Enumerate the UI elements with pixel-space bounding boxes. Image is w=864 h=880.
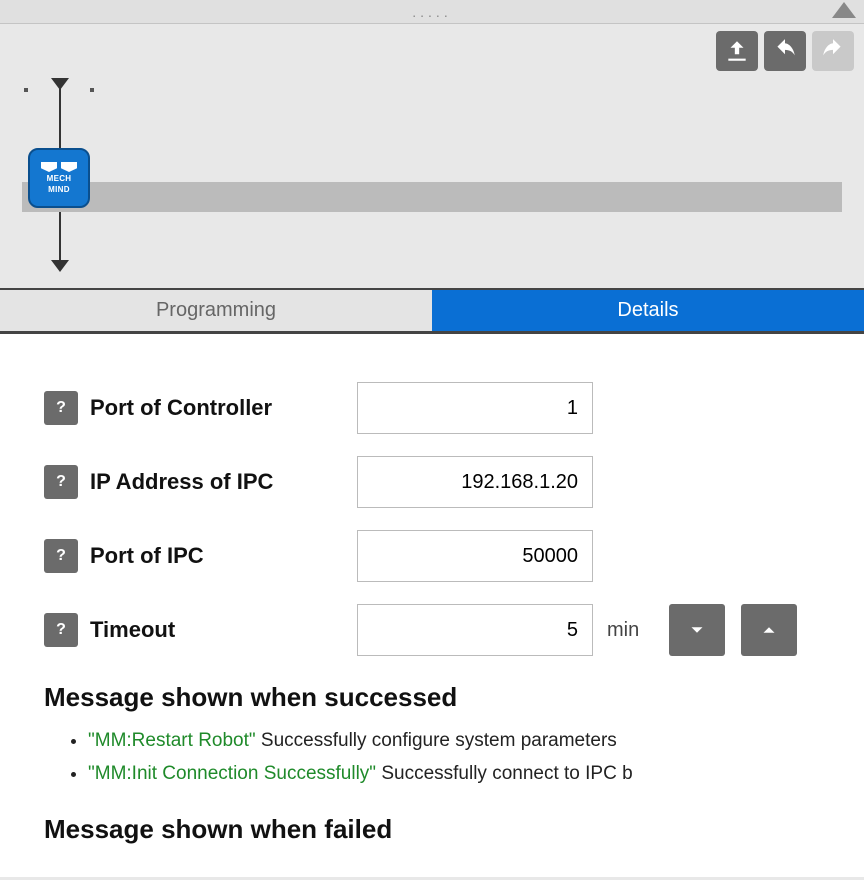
msg-text: Successfully connect to IPC b xyxy=(376,763,633,784)
input-port-controller[interactable] xyxy=(357,382,593,434)
flow-end-arrow-icon xyxy=(51,260,69,272)
upload-button[interactable] xyxy=(716,31,758,71)
timeout-increment-button[interactable] xyxy=(741,604,797,656)
mechmind-logo-icon xyxy=(41,162,77,172)
input-timeout[interactable] xyxy=(357,604,593,656)
timeout-unit: min xyxy=(607,619,639,642)
label-port-controller: Port of Controller xyxy=(90,395,345,421)
msg-tag: "MM:Init Connection Successfully" xyxy=(88,763,376,784)
row-port-ipc: ? Port of IPC xyxy=(44,530,820,582)
redo-icon xyxy=(820,38,846,64)
msg-tag: "MM:Restart Robot" xyxy=(88,730,256,751)
success-heading: Message shown when successed xyxy=(44,682,820,713)
list-item: "MM:Init Connection Successfully" Succes… xyxy=(88,760,820,789)
chevron-down-icon xyxy=(686,619,708,641)
flow-tick xyxy=(24,88,28,92)
flow-start-arrow-icon xyxy=(51,78,69,90)
tab-details[interactable]: Details xyxy=(432,290,864,331)
undo-button[interactable] xyxy=(764,31,806,71)
node-label-2: MIND xyxy=(48,186,70,194)
msg-text: Successfully configure system parameters xyxy=(256,730,617,751)
flow-canvas[interactable]: MECH MIND xyxy=(0,78,864,288)
row-ip-ipc: ? IP Address of IPC xyxy=(44,456,820,508)
undo-icon xyxy=(772,38,798,64)
redo-button[interactable] xyxy=(812,31,854,71)
input-ip-ipc[interactable] xyxy=(357,456,593,508)
toolbar xyxy=(0,24,864,78)
help-button-ip-ipc[interactable]: ? xyxy=(44,465,78,499)
success-message-list: "MM:Restart Robot" Successfully configur… xyxy=(44,727,820,788)
label-ip-ipc: IP Address of IPC xyxy=(90,469,345,495)
flow-tick xyxy=(90,88,94,92)
help-button-port-ipc[interactable]: ? xyxy=(44,539,78,573)
flow-track xyxy=(22,182,842,212)
top-drag-handle[interactable]: ..... xyxy=(0,0,864,24)
details-pane[interactable]: ? Port of Controller ? IP Address of IPC… xyxy=(0,334,864,877)
node-label-1: MECH xyxy=(47,175,72,183)
tab-bar: Programming Details xyxy=(0,288,864,334)
timeout-decrement-button[interactable] xyxy=(669,604,725,656)
failed-heading: Message shown when failed xyxy=(44,814,820,845)
label-port-ipc: Port of IPC xyxy=(90,543,345,569)
mechmind-node[interactable]: MECH MIND xyxy=(28,148,90,208)
help-button-port-controller[interactable]: ? xyxy=(44,391,78,425)
collapse-up-icon[interactable] xyxy=(832,2,856,18)
input-port-ipc[interactable] xyxy=(357,530,593,582)
tab-programming[interactable]: Programming xyxy=(0,290,432,331)
label-timeout: Timeout xyxy=(90,617,345,643)
chevron-up-icon xyxy=(758,619,780,641)
upload-icon xyxy=(724,38,750,64)
row-timeout: ? Timeout min xyxy=(44,604,820,656)
row-port-controller: ? Port of Controller xyxy=(44,382,820,434)
grip-dots-icon: ..... xyxy=(412,4,451,20)
list-item: "MM:Restart Robot" Successfully configur… xyxy=(88,727,820,756)
help-button-timeout[interactable]: ? xyxy=(44,613,78,647)
